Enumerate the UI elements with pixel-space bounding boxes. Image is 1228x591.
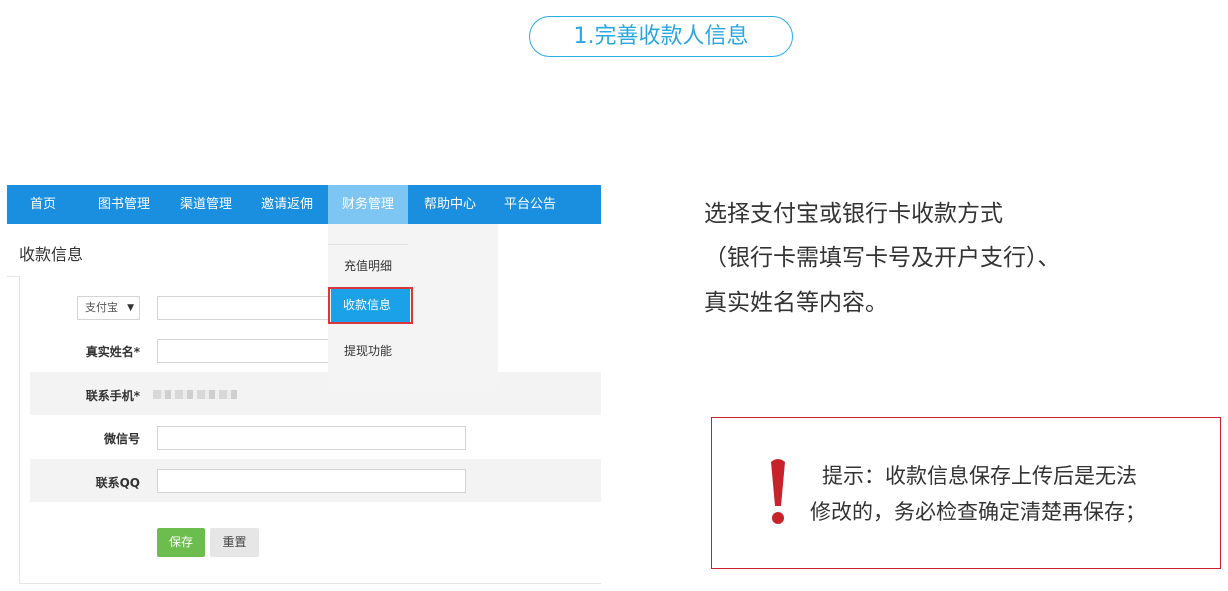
tip-line-1: 提示：收款信息保存上传后是无法 <box>822 464 1137 488</box>
top-nav: 首页 图书管理 渠道管理 邀请返佣 财务管理 帮助中心 平台公告 <box>7 185 601 224</box>
nav-item-channels[interactable]: 渠道管理 <box>167 185 245 224</box>
dropdown-divider <box>328 244 408 245</box>
payment-method-value: 支付宝 <box>85 301 118 314</box>
step-title: 1.完善收款人信息 <box>529 16 793 57</box>
phone-label: 联系手机* <box>85 389 140 403</box>
description-line-2: （银行卡需填写卡号及开户支行）、 <box>704 245 1061 271</box>
wechat-label: 微信号 <box>103 432 140 446</box>
dropdown-item-withdraw[interactable]: 提现功能 <box>344 342 392 359</box>
name-label: 真实姓名* <box>85 345 140 359</box>
page-title: 收款信息 <box>19 245 84 264</box>
highlight-frame <box>328 287 413 324</box>
account-input[interactable] <box>157 296 329 320</box>
nav-item-books[interactable]: 图书管理 <box>79 185 169 224</box>
qq-input[interactable] <box>157 469 466 493</box>
dropdown-item-recharge[interactable]: 充值明细 <box>344 257 392 274</box>
phone-value-blurred <box>153 390 237 399</box>
tip-line-2: 修改的，务必检查确定清楚再保存； <box>810 500 1146 524</box>
page-header: 收款信息 <box>7 224 601 277</box>
name-input[interactable] <box>157 339 329 363</box>
nav-item-finance[interactable]: 财务管理 <box>328 185 408 224</box>
qq-label: 联系QQ <box>95 476 140 490</box>
reset-button[interactable]: 重置 <box>210 528 259 557</box>
payment-method-select[interactable]: 支付宝 ▼ <box>77 296 140 320</box>
description-line-1: 选择支付宝或银行卡收款方式 <box>704 201 1003 227</box>
nav-item-invite[interactable]: 邀请返佣 <box>247 185 327 224</box>
nav-item-help[interactable]: 帮助中心 <box>411 185 489 224</box>
wechat-input[interactable] <box>157 426 466 450</box>
exclamation-icon <box>771 459 785 524</box>
chevron-down-icon: ▼ <box>127 303 134 313</box>
save-button[interactable]: 保存 <box>157 528 205 557</box>
nav-item-notice[interactable]: 平台公告 <box>491 185 569 224</box>
description-line-3: 真实姓名等内容。 <box>704 290 888 316</box>
nav-item-home[interactable]: 首页 <box>7 185 79 224</box>
